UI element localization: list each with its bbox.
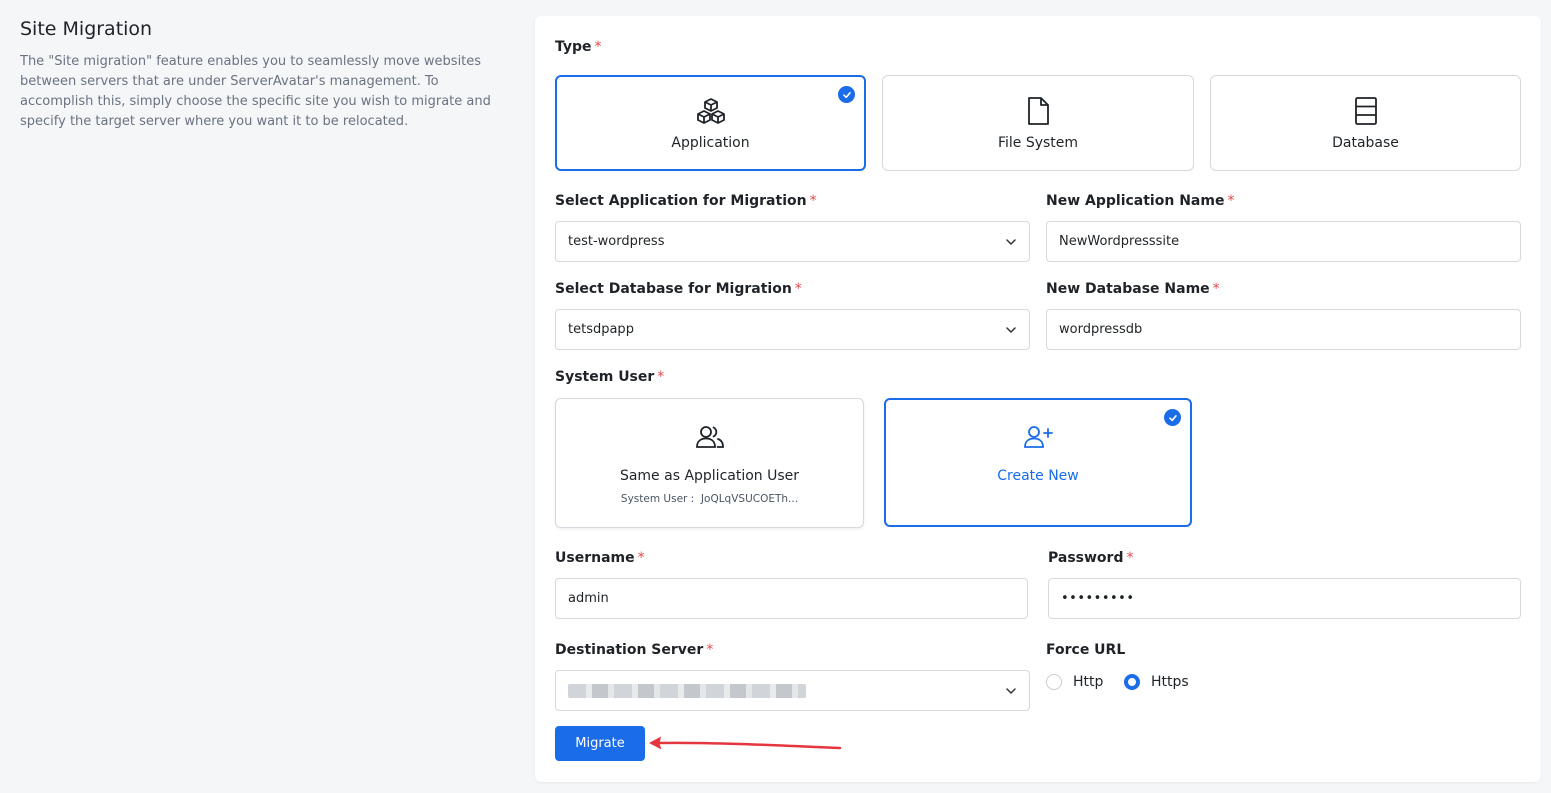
new-app-name-label: New Application Name * (1046, 193, 1235, 209)
required-asterisk: * (637, 550, 645, 566)
system-user-option-label: Create New (997, 468, 1079, 484)
select-db-label: Select Database for Migration * (555, 281, 802, 297)
type-option-label: Application (671, 135, 750, 151)
migrate-button[interactable]: Migrate (555, 726, 645, 761)
check-icon (1164, 409, 1181, 426)
required-asterisk: * (809, 193, 817, 209)
required-asterisk: * (1212, 281, 1220, 297)
password-input[interactable]: ••••••••• (1048, 578, 1521, 619)
annotation-arrow (649, 736, 842, 750)
required-asterisk: * (794, 281, 802, 297)
users-icon (695, 425, 725, 453)
redacted-server-value (568, 683, 806, 698)
password-label: Password * (1048, 550, 1134, 566)
page-title: Site Migration (20, 18, 153, 40)
username-label: Username * (555, 550, 645, 566)
migration-form-card: Type * Application File System Database … (535, 16, 1541, 782)
destination-server-label: Destination Server * (555, 642, 714, 658)
radio-circle (1124, 674, 1140, 690)
select-db-dropdown[interactable]: tetsdpapp (555, 309, 1030, 350)
system-user-label: System User * (555, 369, 665, 385)
type-option-file-system[interactable]: File System (882, 75, 1194, 171)
required-asterisk: * (1227, 193, 1235, 209)
database-icon (1354, 96, 1378, 130)
system-user-option-label: Same as Application User (619, 468, 800, 484)
username-input[interactable]: admin (555, 578, 1028, 619)
destination-server-dropdown[interactable] (555, 670, 1030, 711)
intro-panel: Site Migration The "Site migration" feat… (20, 18, 510, 132)
new-db-name-label: New Database Name * (1046, 281, 1220, 297)
system-user-option-same[interactable]: Same as Application User System User : J… (555, 398, 864, 528)
system-user-sub-text: System User : JoQLqVSUCOETh... (620, 493, 799, 505)
radio-circle (1046, 674, 1062, 690)
type-option-application[interactable]: Application (555, 75, 866, 171)
required-asterisk: * (657, 369, 665, 385)
new-app-name-input[interactable]: NewWordpresssite (1046, 221, 1521, 262)
new-db-name-input[interactable]: wordpressdb (1046, 309, 1521, 350)
required-asterisk: * (706, 642, 714, 658)
select-app-label: Select Application for Migration * (555, 193, 817, 209)
force-url-https-radio[interactable]: Https (1124, 674, 1189, 690)
user-plus-icon (1023, 425, 1053, 453)
page-description: The "Site migration" feature enables you… (20, 54, 491, 129)
type-option-label: Database (1332, 135, 1399, 151)
chevron-down-icon (1005, 236, 1017, 252)
chevron-down-icon (1005, 324, 1017, 340)
select-app-dropdown[interactable]: test-wordpress (555, 221, 1030, 262)
type-label: Type * (555, 39, 602, 55)
chevron-down-icon (1005, 685, 1017, 701)
type-option-label: File System (997, 135, 1079, 151)
required-asterisk: * (1126, 550, 1134, 566)
force-url-label: Force URL (1046, 642, 1126, 658)
system-user-option-create-new[interactable]: Create New (884, 398, 1192, 527)
cubes-icon (696, 97, 726, 129)
required-asterisk: * (594, 39, 602, 55)
check-icon (838, 86, 855, 103)
file-icon (1026, 96, 1050, 130)
type-option-database[interactable]: Database (1210, 75, 1521, 171)
force-url-http-radio[interactable]: Http (1046, 674, 1103, 690)
